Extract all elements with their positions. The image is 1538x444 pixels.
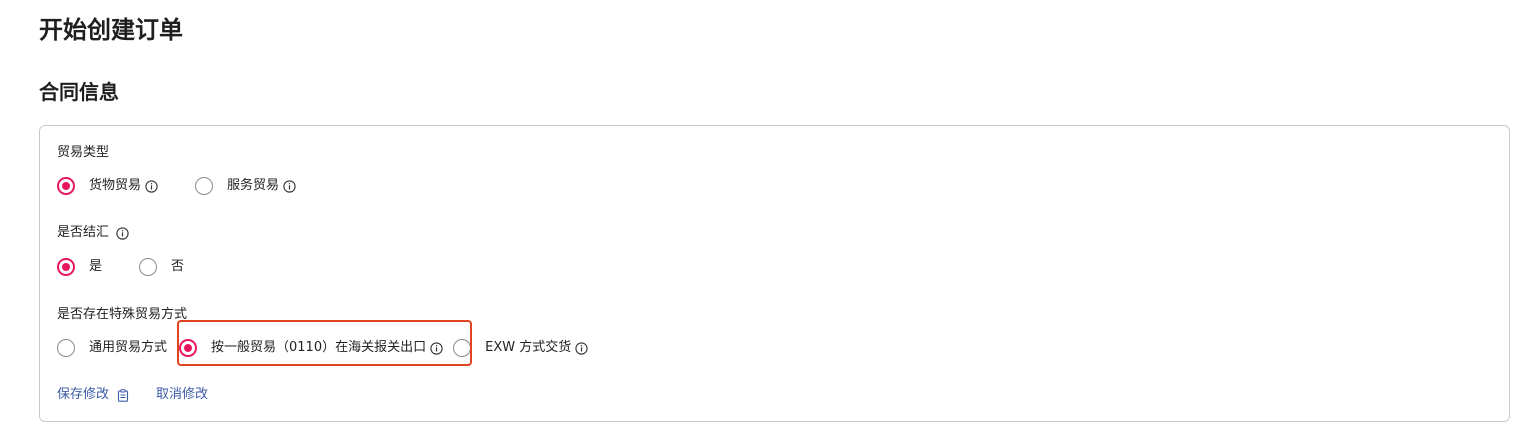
radio-general-trade-mode-label: 通用贸易方式 (89, 340, 168, 355)
radio-exw-delivery-label: EXW 方式交货 (485, 340, 572, 355)
page-title: 开始创建订单 (39, 16, 183, 44)
radio-customs-declaration-export[interactable]: 按一般贸易（0110）在海关报关出口 (179, 339, 443, 357)
radio-exw-delivery-circle[interactable] (453, 339, 472, 357)
info-icon[interactable] (116, 226, 129, 240)
special-trade-label-text: 是否存在特殊贸易方式 (57, 307, 188, 322)
radio-general-trade-mode-circle[interactable] (57, 339, 75, 357)
radio-settlement-yes[interactable]: 是 (57, 258, 102, 276)
form-actions: 保存修改 取消修改 (57, 386, 208, 404)
radio-general-trade-mode[interactable]: 通用贸易方式 (57, 339, 167, 357)
radio-settlement-no[interactable]: 否 (139, 258, 184, 276)
settlement-radio-group: 是 否 (57, 255, 184, 279)
radio-service-trade[interactable]: 服务贸易 (195, 177, 296, 195)
radio-settlement-no-circle[interactable] (139, 258, 158, 276)
radio-settlement-yes-label: 是 (89, 259, 103, 274)
info-icon[interactable] (145, 179, 158, 193)
radio-goods-trade-label: 货物贸易 (89, 178, 142, 193)
radio-settlement-no-label: 否 (171, 259, 185, 274)
info-icon[interactable] (430, 341, 443, 355)
cancel-changes-link[interactable]: 取消修改 (156, 386, 208, 404)
settlement-label: 是否结汇 (57, 224, 129, 242)
info-icon[interactable] (283, 179, 296, 193)
radio-goods-trade-circle[interactable] (57, 177, 75, 195)
radio-goods-trade[interactable]: 货物贸易 (57, 177, 158, 195)
radio-customs-declaration-export-circle[interactable] (179, 339, 198, 357)
radio-exw-delivery[interactable]: EXW 方式交货 (453, 339, 588, 357)
trade-type-label-text: 贸易类型 (57, 145, 110, 160)
radio-service-trade-label: 服务贸易 (227, 178, 280, 193)
special-trade-radio-group: 通用贸易方式 按一般贸易（0110）在海关报关出口 EXW 方式交货 (57, 336, 588, 360)
trade-type-label: 贸易类型 (57, 144, 109, 162)
settlement-label-text: 是否结汇 (57, 225, 110, 240)
special-trade-label: 是否存在特殊贸易方式 (57, 306, 187, 324)
radio-customs-declaration-export-label: 按一般贸易（0110）在海关报关出口 (211, 340, 427, 355)
radio-service-trade-circle[interactable] (195, 177, 214, 195)
save-changes-link[interactable]: 保存修改 (57, 386, 109, 404)
contract-info-card: 贸易类型 货物贸易 服务贸易 是否结汇 是 否 是否存在特殊贸易方式 通用贸易方… (39, 125, 1510, 422)
trade-type-radio-group: 货物贸易 服务贸易 (57, 174, 296, 198)
section-title-contract: 合同信息 (39, 80, 119, 104)
clipboard-icon[interactable] (117, 388, 129, 402)
info-icon[interactable] (575, 341, 588, 355)
radio-settlement-yes-circle[interactable] (57, 258, 75, 276)
